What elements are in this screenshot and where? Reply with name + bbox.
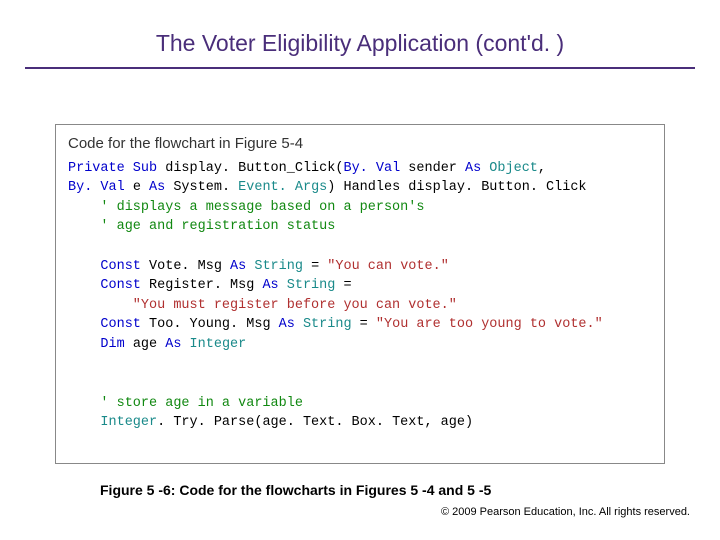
code-token: ,: [538, 161, 546, 176]
slide: The Voter Eligibility Application (cont'…: [0, 0, 720, 540]
code-token: Integer: [181, 337, 246, 352]
code-string: "You must register before you can vote.": [68, 298, 457, 313]
code-token: As: [279, 317, 295, 332]
code-figure-box: Code for the flowchart in Figure 5-4 Pri…: [55, 124, 665, 464]
code-token: . Try. Parse(age. Text. Box. Text, age): [157, 415, 473, 430]
code-blank: [68, 239, 76, 254]
code-token: Const: [68, 317, 141, 332]
figure-caption: Figure 5 -6: Code for the flowcharts in …: [100, 482, 720, 498]
code-token: As: [149, 180, 165, 195]
code-token: display. Button_Click(: [157, 161, 343, 176]
code-token: Integer: [68, 415, 157, 430]
code-token: =: [352, 317, 376, 332]
code-token: age: [125, 337, 166, 352]
code-token: =: [303, 259, 327, 274]
code-token: Register. Msg: [141, 278, 263, 293]
code-token: As: [262, 278, 278, 293]
code-token: ) Handles display. Button. Click: [327, 180, 586, 195]
copyright-footer: © 2009 Pearson Education, Inc. All right…: [441, 506, 690, 518]
code-token: By. Val: [68, 180, 125, 195]
code-comment: ' age and registration status: [68, 219, 335, 234]
code-string: "You are too young to vote.": [376, 317, 603, 332]
code-token: As: [465, 161, 481, 176]
code-token: String: [279, 278, 336, 293]
code-token: sender: [400, 161, 465, 176]
code-token: Event. Args: [238, 180, 327, 195]
code-comment: ' store age in a variable: [68, 396, 303, 411]
code-token: As: [165, 337, 181, 352]
code-token: By. Val: [343, 161, 400, 176]
code-token: System.: [165, 180, 238, 195]
code-token: Dim: [68, 337, 125, 352]
code-token: String: [295, 317, 352, 332]
code-token: =: [335, 278, 351, 293]
code-string: "You can vote.": [327, 259, 449, 274]
code-token: Too. Young. Msg: [141, 317, 279, 332]
slide-title: The Voter Eligibility Application (cont'…: [0, 0, 720, 67]
figure-title: Code for the flowchart in Figure 5-4: [68, 133, 652, 155]
code-token: Const: [68, 278, 141, 293]
code-token: String: [246, 259, 303, 274]
title-rule: [25, 67, 695, 69]
code-token: As: [230, 259, 246, 274]
code-token: Const: [68, 259, 141, 274]
code-blank: [68, 376, 76, 391]
code-listing: Private Sub display. Button_Click(By. Va…: [68, 159, 652, 433]
code-token: Vote. Msg: [141, 259, 230, 274]
code-token: e: [125, 180, 149, 195]
code-comment: ' displays a message based on a person's: [68, 200, 424, 215]
code-blank: [68, 356, 76, 371]
code-token: Object: [481, 161, 538, 176]
code-token: Private Sub: [68, 161, 157, 176]
